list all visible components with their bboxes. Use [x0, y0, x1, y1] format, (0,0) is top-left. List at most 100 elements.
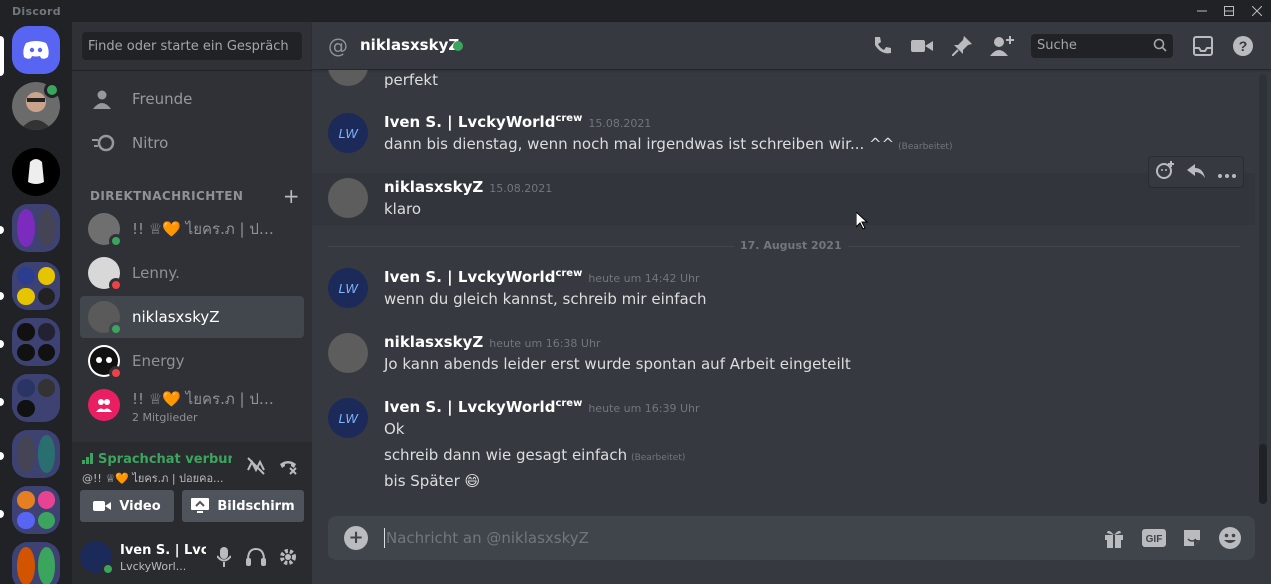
- avatar: [88, 213, 123, 248]
- svg-text:?: ?: [1239, 38, 1248, 54]
- dm-name: !! ♕🧡 ไยคร.ภ | ปอ...: [132, 389, 282, 408]
- screen-share-button[interactable]: Bildschirm: [182, 490, 304, 522]
- add-dm-icon[interactable]: +: [283, 184, 300, 208]
- recipient-name: niklasxskyZ: [360, 36, 460, 54]
- avatar: [328, 70, 368, 86]
- message-scrollbar[interactable]: [1259, 74, 1267, 504]
- nav-nitro[interactable]: Nitro: [80, 122, 304, 164]
- message-text: wenn du gleich kannst, schreib mir einfa…: [384, 290, 707, 308]
- voice-channel[interactable]: @!! ♕🧡 ไยคร.ภ | ปอยคอ...: [82, 469, 232, 487]
- upload-plus-icon[interactable]: +: [344, 526, 368, 550]
- gift-icon[interactable]: [1102, 526, 1126, 550]
- server-folder-3[interactable]: [12, 318, 60, 366]
- dm-search-input[interactable]: Finde oder starte ein Gespräch: [82, 32, 302, 60]
- user-name: Iven S. | Lvc...: [120, 543, 206, 558]
- message-text: klaro: [384, 200, 422, 218]
- message-actions: [1148, 156, 1244, 188]
- message-author[interactable]: niklasxskyZ heute um 16:38 Uhr: [384, 333, 600, 351]
- user-panel: Iven S. | Lvc... LvckyWorl...: [72, 530, 312, 584]
- noise-suppression-icon[interactable]: [244, 454, 268, 478]
- message-text: bis Später 😄: [384, 472, 481, 490]
- dm-member-count: 2 Mitglieder: [132, 410, 198, 424]
- emoji-icon[interactable]: [1218, 526, 1242, 550]
- server-folder-5[interactable]: [12, 430, 60, 478]
- mouse-cursor-icon: [855, 210, 869, 234]
- message-text: schreib dann wie gesagt einfach (Bearbeit…: [384, 446, 686, 464]
- video-call-icon[interactable]: [910, 34, 934, 58]
- message-text: dann bis dienstag, wenn noch mal irgendw…: [384, 135, 953, 153]
- sticker-icon[interactable]: [1180, 526, 1204, 550]
- avatar[interactable]: LW: [328, 398, 368, 438]
- message-composer[interactable]: + Nachricht an @niklasxskyZ GIF: [328, 516, 1255, 560]
- voice-call-icon[interactable]: [870, 34, 894, 58]
- dm-item[interactable]: Lenny.: [80, 252, 304, 294]
- add-friend-icon[interactable]: [990, 34, 1014, 58]
- disconnect-icon[interactable]: [276, 454, 300, 478]
- avatar[interactable]: [328, 333, 368, 373]
- nav-friends[interactable]: Freunde: [80, 78, 304, 120]
- message-author[interactable]: Iven S. | LvckyWorldcrew heute um 16:39 U…: [384, 398, 700, 416]
- nav-nitro-label: Nitro: [132, 134, 169, 152]
- inbox-icon[interactable]: [1191, 34, 1215, 58]
- maximize-icon[interactable]: [1215, 0, 1243, 22]
- settings-gear-icon[interactable]: [276, 545, 300, 569]
- dm-name: Lenny.: [132, 264, 180, 282]
- date-divider-label: 17. August 2021: [734, 239, 848, 252]
- message-time: heute um 16:38 Uhr: [489, 337, 601, 350]
- minimize-icon-btn[interactable]: [1188, 0, 1216, 22]
- dm-group-item[interactable]: !! ♕🧡 ไยคร.ภ | ปอ... 2 Mitglieder: [80, 384, 304, 426]
- headphones-icon[interactable]: [244, 545, 268, 569]
- sidebar-divider: [72, 70, 312, 71]
- message-time: heute um 16:39 Uhr: [588, 402, 700, 415]
- svg-text:LW: LW: [338, 126, 359, 141]
- avatar[interactable]: LW: [328, 268, 368, 308]
- message-author[interactable]: Iven S. | LvckyWorldcrew heute um 14:42 U…: [384, 268, 700, 286]
- discord-app: Discord Finde oder starte ein Gespräch F…: [0, 0, 1271, 584]
- pin-icon[interactable]: [950, 34, 974, 58]
- video-button[interactable]: Video: [80, 490, 174, 522]
- dm-section-header: DIREKTNACHRICHTEN +: [90, 184, 300, 208]
- close-icon[interactable]: [1243, 0, 1271, 22]
- status-online-icon: [109, 322, 123, 336]
- avatar[interactable]: LW: [328, 113, 368, 153]
- home-button[interactable]: [12, 26, 60, 74]
- help-icon[interactable]: ?: [1231, 34, 1255, 58]
- reply-icon[interactable]: [1186, 163, 1205, 182]
- add-reaction-icon[interactable]: [1155, 161, 1174, 183]
- more-icon[interactable]: [1218, 163, 1237, 182]
- svg-text:LW: LW: [338, 411, 359, 426]
- voice-status: Sprachchat verbunden: [82, 452, 232, 468]
- message-text: Jo kann abends leider erst wurde spontan…: [384, 355, 851, 373]
- voice-speaker-icon: [44, 82, 60, 98]
- message-author[interactable]: niklasxskyZ 15.08.2021: [384, 178, 552, 196]
- gif-icon[interactable]: GIF: [1142, 526, 1166, 550]
- server-folder-4[interactable]: [12, 374, 60, 422]
- avatar: [88, 257, 123, 292]
- dm-name: !! ♕🧡 ไยคร.ภ | ปอ...: [132, 220, 282, 238]
- server-folder-6[interactable]: [12, 486, 60, 534]
- dm-item[interactable]: !! ♕🧡 ไยคร.ภ | ปอ...: [80, 208, 304, 250]
- user-avatar[interactable]: [80, 541, 114, 575]
- text-caret: [384, 528, 385, 548]
- edited-label: (Bearbeitet): [898, 142, 953, 152]
- group-icon: [88, 389, 120, 421]
- nitro-icon: [92, 131, 116, 155]
- status-online-icon: [109, 234, 123, 248]
- server-folder-1[interactable]: [12, 204, 60, 252]
- server-folder-7[interactable]: [12, 542, 60, 584]
- dm-name: niklasxskyZ: [132, 308, 220, 326]
- message-author[interactable]: Iven S. | LvckyWorldcrew 15.08.2021: [384, 113, 651, 131]
- status-dnd-icon: [109, 278, 123, 292]
- message-input[interactable]: Nachricht an @niklasxskyZ: [386, 529, 589, 547]
- status-online-icon: [453, 41, 463, 51]
- chat-search-input[interactable]: Suche: [1031, 34, 1173, 58]
- scrollbar-thumb[interactable]: [1259, 444, 1267, 504]
- avatar[interactable]: [328, 178, 368, 218]
- message-list: perfekt LW Iven S. | LvckyWorldcrew 15.08…: [312, 70, 1257, 510]
- dm-item-active[interactable]: niklasxskyZ: [80, 296, 304, 338]
- server-avatar-2[interactable]: [12, 148, 60, 196]
- message-text: perfekt: [384, 71, 438, 89]
- microphone-icon[interactable]: [212, 545, 236, 569]
- server-folder-2[interactable]: [12, 262, 60, 310]
- dm-item[interactable]: Energy: [80, 340, 304, 382]
